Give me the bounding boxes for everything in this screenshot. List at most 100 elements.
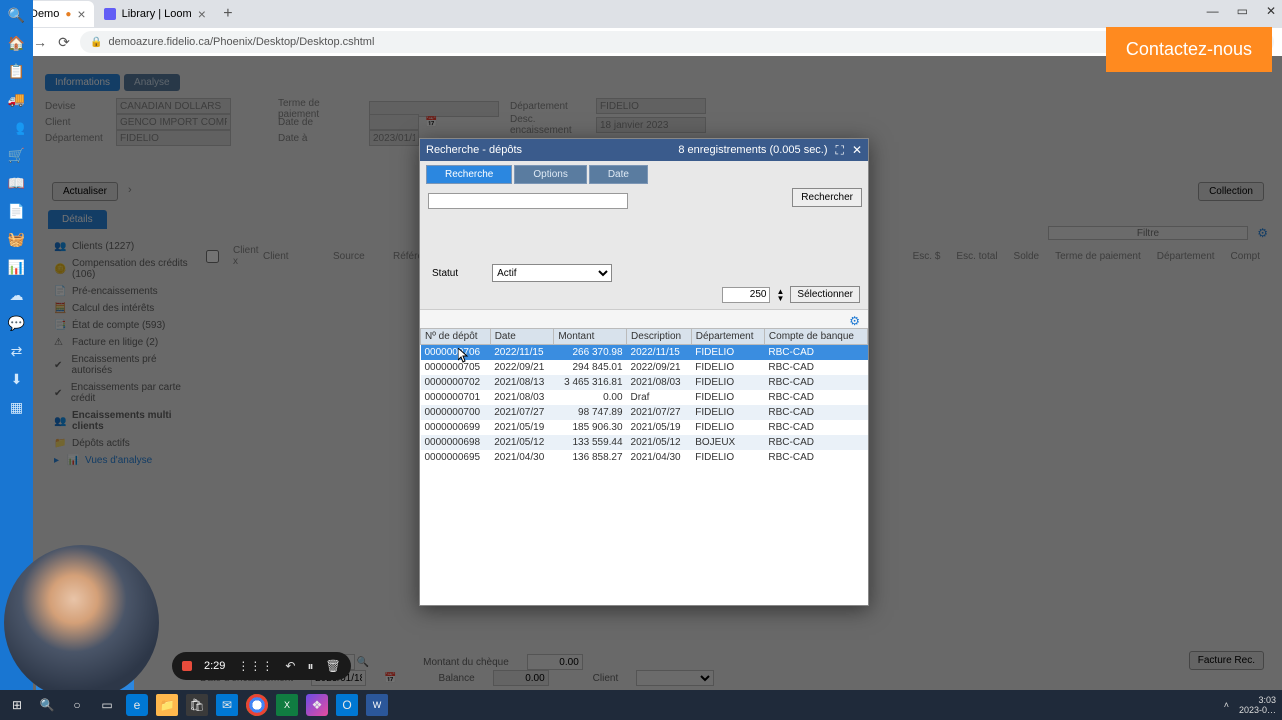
cloud-icon[interactable]: ☁ xyxy=(8,286,26,304)
tray-up-icon[interactable]: ˄ xyxy=(1224,700,1229,710)
waveform-icon[interactable]: ⋮⋮⋮ xyxy=(237,659,273,673)
label-statut: Statut xyxy=(432,268,458,279)
table-row[interactable]: 00000006982021/05/12133 559.442021/05/12… xyxy=(421,435,868,450)
taskview-icon[interactable]: ▭ xyxy=(96,694,118,716)
table-row[interactable]: 00000006952021/04/30136 858.272021/04/30… xyxy=(421,450,868,465)
webcam-bubble[interactable] xyxy=(4,545,159,700)
search-input[interactable] xyxy=(428,193,628,209)
cell-date: 2021/07/27 xyxy=(490,405,554,420)
cell-compte: RBC-CAD xyxy=(764,345,867,361)
contact-button[interactable]: Contactez-nous xyxy=(1106,27,1272,72)
tab-label: Demo xyxy=(30,8,59,20)
pause-icon[interactable]: ⏸ xyxy=(307,659,313,674)
grid-icon[interactable]: ▦ xyxy=(8,398,26,416)
download-icon[interactable]: ⬇ xyxy=(8,370,26,388)
list-icon[interactable]: 📋 xyxy=(8,62,26,80)
clock-time: 3:03 xyxy=(1239,695,1276,705)
close-icon[interactable]: × xyxy=(77,6,85,22)
cell-date: 2021/04/30 xyxy=(490,450,554,465)
chat-icon[interactable]: 💬 xyxy=(8,314,26,332)
expand-icon[interactable]: ⛶ xyxy=(836,143,844,158)
col-date[interactable]: Date xyxy=(490,329,554,345)
cart-icon[interactable]: 🛒 xyxy=(8,146,26,164)
cell-date: 2021/05/19 xyxy=(490,420,554,435)
url-bar[interactable]: 🔒 demoazure.fidelio.ca/Phoenix/Desktop/D… xyxy=(80,31,1274,53)
table-row[interactable]: 00000007022021/08/133 465 316.812021/08/… xyxy=(421,375,868,390)
book-icon[interactable]: 📖 xyxy=(8,174,26,192)
basket-icon[interactable]: 🧺 xyxy=(8,230,26,248)
rechercher-button[interactable]: Rechercher xyxy=(792,188,862,207)
selectionner-button[interactable]: Sélectionner xyxy=(790,286,860,303)
new-tab-button[interactable]: + xyxy=(216,5,240,23)
select-statut[interactable]: Actif xyxy=(492,264,612,282)
start-icon[interactable]: ⊞ xyxy=(6,694,28,716)
chart-icon[interactable]: 📊 xyxy=(8,258,26,276)
forward-icon[interactable]: → xyxy=(32,34,48,50)
address-row: ← → ⟳ 🔒 demoazure.fidelio.ca/Phoenix/Des… xyxy=(0,28,1282,56)
minimize-icon[interactable]: ― xyxy=(1207,4,1219,18)
cell-desc: 2021/07/27 xyxy=(627,405,692,420)
page-size-input[interactable] xyxy=(722,287,770,303)
reload-icon[interactable]: ⟳ xyxy=(56,34,72,50)
close-icon[interactable]: × xyxy=(198,6,206,22)
cell-dept: FIDELIO xyxy=(691,345,764,361)
table-row[interactable]: 00000007052022/09/21294 845.012022/09/21… xyxy=(421,360,868,375)
explorer-icon[interactable]: 📁 xyxy=(156,694,178,716)
table-row[interactable]: 00000007062022/11/15266 370.982022/11/15… xyxy=(421,345,868,361)
undo-icon[interactable]: ↶ xyxy=(285,659,295,673)
maximize-icon[interactable]: ▭ xyxy=(1237,4,1248,18)
edge-icon[interactable]: e xyxy=(126,694,148,716)
cell-montant: 98 747.89 xyxy=(554,405,627,420)
truck-icon[interactable]: 🚚 xyxy=(8,90,26,108)
swap-icon[interactable]: ⇄ xyxy=(8,342,26,360)
results-table: Nº de dépôt Date Montant Description Dép… xyxy=(420,328,868,605)
col-montant[interactable]: Montant xyxy=(554,329,627,345)
table-row[interactable]: 00000007012021/08/030.00DrafFIDELIORBC-C… xyxy=(421,390,868,405)
close-icon[interactable]: ✕ xyxy=(852,143,862,157)
record-icon[interactable] xyxy=(182,661,192,671)
cell-compte: RBC-CAD xyxy=(764,405,867,420)
tab-options[interactable]: Options xyxy=(514,165,586,184)
col-desc[interactable]: Description xyxy=(627,329,692,345)
cell-montant: 133 559.44 xyxy=(554,435,627,450)
cell-dept: FIDELIO xyxy=(691,375,764,390)
search-icon[interactable]: 🔍 xyxy=(8,6,26,24)
tab-loom[interactable]: Library | Loom × xyxy=(96,1,214,27)
doc-icon[interactable]: 📄 xyxy=(8,202,26,220)
cell-compte: RBC-CAD xyxy=(764,360,867,375)
tab-date[interactable]: Date xyxy=(589,165,648,184)
outlook-icon[interactable]: O xyxy=(336,694,358,716)
stepper-down-icon[interactable]: ▼ xyxy=(776,295,784,302)
close-icon[interactable]: ✕ xyxy=(1266,4,1276,18)
copilot-icon[interactable]: ❖ xyxy=(306,694,328,716)
mail-icon[interactable]: ✉ xyxy=(216,694,238,716)
cell-compte: RBC-CAD xyxy=(764,450,867,465)
word-icon[interactable]: W xyxy=(366,694,388,716)
url-text: demoazure.fidelio.ca/Phoenix/Desktop/Des… xyxy=(108,36,374,48)
col-dept[interactable]: Département xyxy=(691,329,764,345)
chrome-icon[interactable] xyxy=(246,694,268,716)
table-row[interactable]: 00000007002021/07/2798 747.892021/07/27F… xyxy=(421,405,868,420)
cell-desc: 2022/09/21 xyxy=(627,360,692,375)
store-icon[interactable]: 🛍 xyxy=(186,694,208,716)
trash-icon[interactable]: 🗑 xyxy=(326,659,341,673)
table-row[interactable]: 00000006992021/05/19185 906.302021/05/19… xyxy=(421,420,868,435)
cell-desc: 2021/05/19 xyxy=(627,420,692,435)
users-icon[interactable]: 👥 xyxy=(8,118,26,136)
cell-montant: 136 858.27 xyxy=(554,450,627,465)
cell-dept: FIDELIO xyxy=(691,420,764,435)
cortana-icon[interactable]: ○ xyxy=(66,694,88,716)
cell-no: 0000000700 xyxy=(421,405,491,420)
tab-recherche[interactable]: Recherche xyxy=(426,165,512,184)
cell-montant: 0.00 xyxy=(554,390,627,405)
cell-compte: RBC-CAD xyxy=(764,420,867,435)
search-icon[interactable]: 🔍 xyxy=(36,694,58,716)
excel-icon[interactable]: X xyxy=(276,694,298,716)
gear-icon[interactable]: ⚙ xyxy=(849,314,860,328)
lock-icon: 🔒 xyxy=(90,37,102,48)
home-icon[interactable]: 🏠 xyxy=(8,34,26,52)
browser-chrome: Demo ● × Library | Loom × + ― ▭ ✕ ← → ⟳ … xyxy=(0,0,1282,56)
col-compte[interactable]: Compte de banque xyxy=(764,329,867,345)
col-no[interactable]: Nº de dépôt xyxy=(421,329,491,345)
cell-compte: RBC-CAD xyxy=(764,375,867,390)
